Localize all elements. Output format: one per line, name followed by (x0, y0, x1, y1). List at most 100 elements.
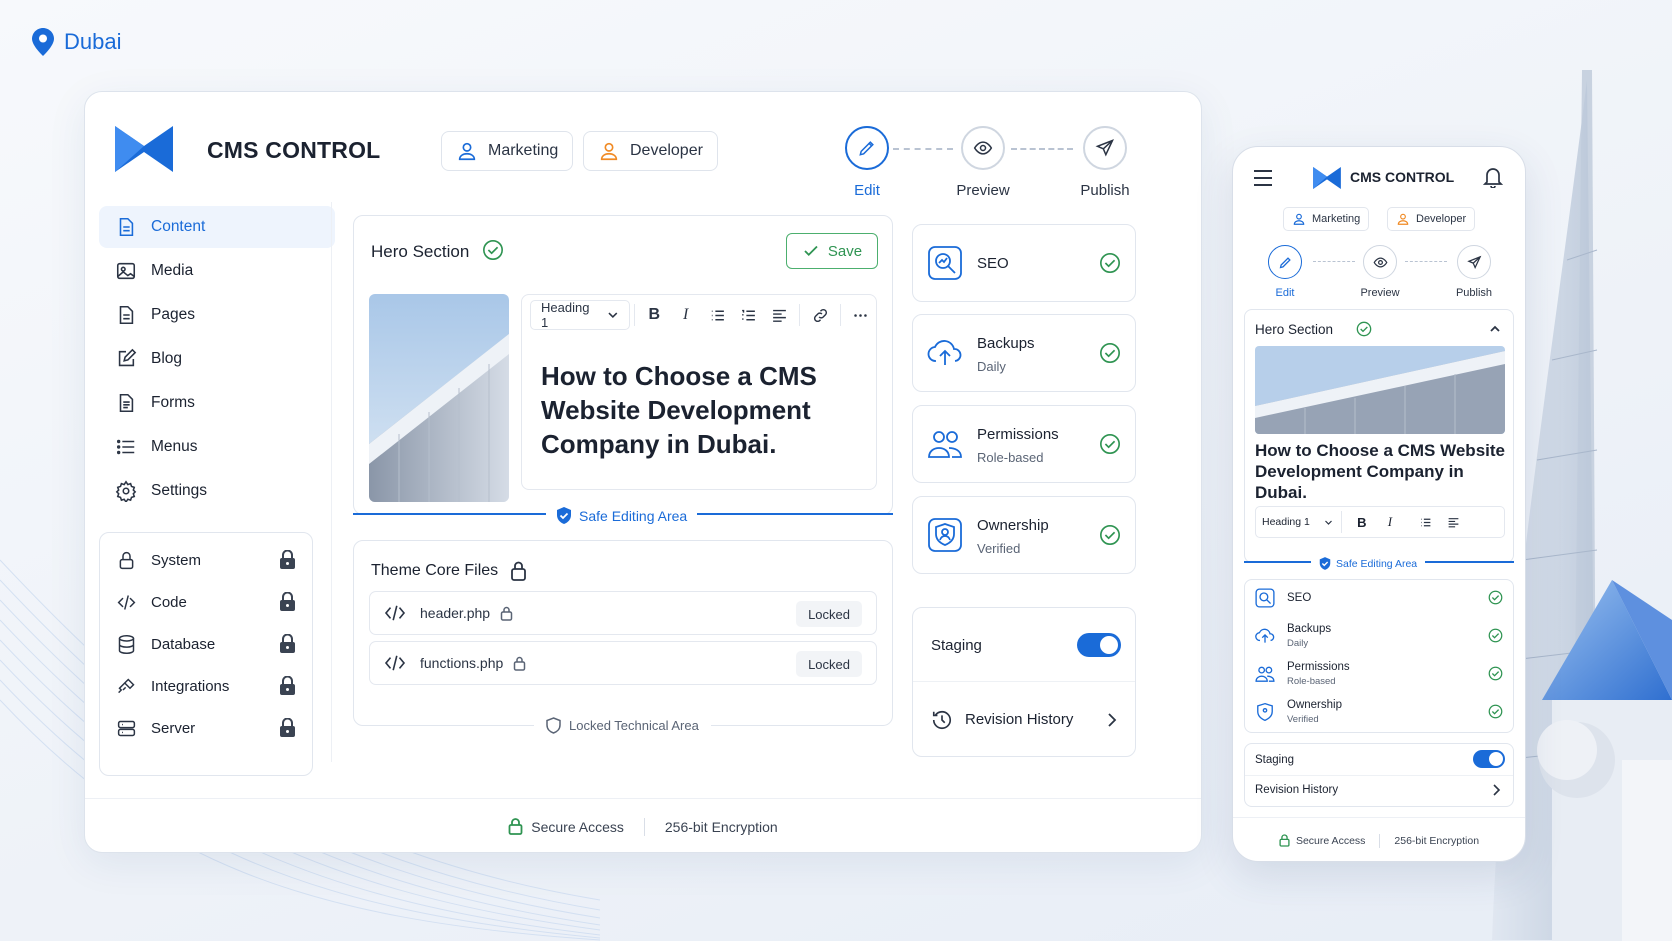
secure-access-label: Secure Access (531, 818, 624, 835)
file-row-functions[interactable]: functions.php Locked (369, 641, 877, 685)
user-icon (1293, 213, 1305, 225)
bullet-list-button[interactable] (701, 307, 732, 324)
revision-label[interactable]: Revision History (1255, 784, 1338, 796)
more-icon (854, 313, 867, 317)
check-circle-icon (483, 240, 503, 260)
revision-history-row[interactable]: Revision History (913, 682, 1135, 758)
seo-card[interactable]: SEO (912, 224, 1136, 302)
locked-item-label: Database (151, 635, 216, 653)
locked-badge: Locked (796, 651, 862, 677)
map-pin-icon (32, 28, 54, 56)
italic-button[interactable]: I (670, 306, 701, 324)
users-icon (928, 431, 962, 458)
heading-select[interactable]: Heading 1 (530, 300, 630, 330)
locked-item-label: Integrations (151, 677, 230, 695)
heading-select[interactable]: Heading 1 (1262, 511, 1342, 533)
rich-text-editor[interactable]: Heading 1 B I How to Choose a CMS Websit… (521, 294, 877, 490)
safe-label-text: Safe Editing Area (579, 507, 688, 524)
mobile-permissions-row[interactable]: Permissions Role-based (1245, 656, 1513, 694)
align-button[interactable] (764, 307, 795, 324)
staging-row: Staging (913, 608, 1135, 682)
locked-item-integrations[interactable]: Integrations (100, 665, 312, 707)
sidebar-item-content[interactable]: Content (99, 206, 335, 248)
more-button[interactable] (845, 307, 876, 324)
link-button[interactable] (804, 307, 835, 324)
encryption-label: 256-bit Encryption (664, 818, 778, 835)
mobile-backups-row[interactable]: Backups Daily (1245, 618, 1513, 656)
bullet-list-button[interactable] (1412, 516, 1440, 529)
location-indicator[interactable]: Dubai (32, 28, 121, 56)
mobile-ownership-row[interactable]: Ownership Verified (1245, 694, 1513, 732)
numbered-list-button[interactable] (733, 307, 764, 324)
locked-item-code[interactable]: Code (100, 581, 312, 623)
hero-text[interactable]: How to Choose a CMS Website Development … (1255, 440, 1505, 503)
mobile-seo-row[interactable]: SEO (1245, 580, 1513, 618)
location-label: Dubai (64, 29, 122, 54)
hero-image[interactable] (1255, 346, 1505, 434)
sidebar-nav: Content Media Pages Blog Forms Menus Set… (99, 206, 335, 514)
padlock-icon (280, 718, 295, 737)
mobile-step-preview[interactable]: Preview (1350, 245, 1410, 299)
backups-card[interactable]: Backups Daily (912, 314, 1136, 392)
permissions-card[interactable]: Permissions Role-based (912, 405, 1136, 483)
hero-section-card: Hero Section Save Heading 1 B I How to C… (353, 215, 893, 524)
locked-item-database[interactable]: Database (100, 623, 312, 665)
history-icon (932, 710, 952, 730)
step-publish[interactable]: Publish (1065, 126, 1145, 199)
staging-toggle[interactable] (1077, 633, 1121, 657)
file-row-header[interactable]: header.php Locked (369, 591, 877, 635)
sidebar-item-pages[interactable]: Pages (99, 294, 335, 336)
check-circle-icon (1488, 704, 1503, 719)
step-edit[interactable]: Edit (827, 126, 907, 199)
italic-button[interactable]: I (1376, 514, 1404, 530)
lock-icon (508, 818, 523, 835)
hero-image[interactable] (369, 294, 509, 502)
sidebar-item-settings[interactable]: Settings (99, 470, 335, 512)
mobile-role-developer-chip[interactable]: Developer (1387, 207, 1476, 231)
step-preview[interactable]: Preview (943, 126, 1023, 199)
card-subtitle: Role-based (977, 450, 1044, 465)
code-icon (117, 594, 136, 610)
mobile-step-publish[interactable]: Publish (1444, 245, 1504, 299)
role-label: Developer (1416, 213, 1467, 225)
sidebar-item-blog[interactable]: Blog (99, 338, 335, 380)
check-circle-icon (1488, 666, 1503, 681)
staging-toggle[interactable] (1473, 750, 1505, 768)
chevron-up-icon[interactable] (1489, 324, 1501, 334)
role-developer-chip[interactable]: Developer (583, 131, 718, 171)
padlock-icon (280, 676, 295, 695)
ownership-card[interactable]: Ownership Verified (912, 496, 1136, 574)
locked-technical-area-label: Locked Technical Area (534, 717, 711, 734)
staging-label: Staging (931, 637, 982, 654)
mobile-role-marketing-chip[interactable]: Marketing (1283, 207, 1370, 231)
mobile-step-edit[interactable]: Edit (1255, 245, 1315, 299)
check-icon (804, 245, 818, 257)
padlock-icon (280, 550, 295, 569)
user-icon (600, 142, 618, 161)
save-button[interactable]: Save (786, 233, 878, 269)
pencil-icon (859, 141, 874, 156)
hamburger-menu-icon[interactable] (1253, 169, 1273, 187)
sidebar-item-media[interactable]: Media (99, 250, 335, 292)
bold-button[interactable]: B (639, 306, 670, 324)
editor-content[interactable]: How to Choose a CMS Website Development … (541, 359, 861, 461)
locked-item-server[interactable]: Server (100, 707, 312, 749)
role-marketing-chip[interactable]: Marketing (441, 131, 574, 171)
lock-icon (511, 561, 527, 581)
locked-item-system[interactable]: System (100, 539, 312, 581)
row-subtitle: Verified (1287, 714, 1319, 725)
bold-button[interactable]: B (1348, 515, 1376, 530)
step-label: Publish (1080, 182, 1130, 199)
pencil-icon (1279, 256, 1291, 268)
sidebar-item-menus[interactable]: Menus (99, 426, 335, 468)
locked-item-label: Code (151, 593, 187, 611)
code-icon (384, 605, 406, 621)
sidebar-item-label: Settings (151, 482, 208, 499)
chevron-right-icon[interactable] (1492, 784, 1501, 796)
sidebar-item-forms[interactable]: Forms (99, 382, 335, 424)
user-icon (458, 142, 476, 161)
sidebar-item-label: Forms (151, 394, 195, 411)
bell-icon[interactable] (1483, 166, 1503, 188)
sidebar-divider (331, 202, 332, 762)
align-button[interactable] (1440, 516, 1468, 529)
